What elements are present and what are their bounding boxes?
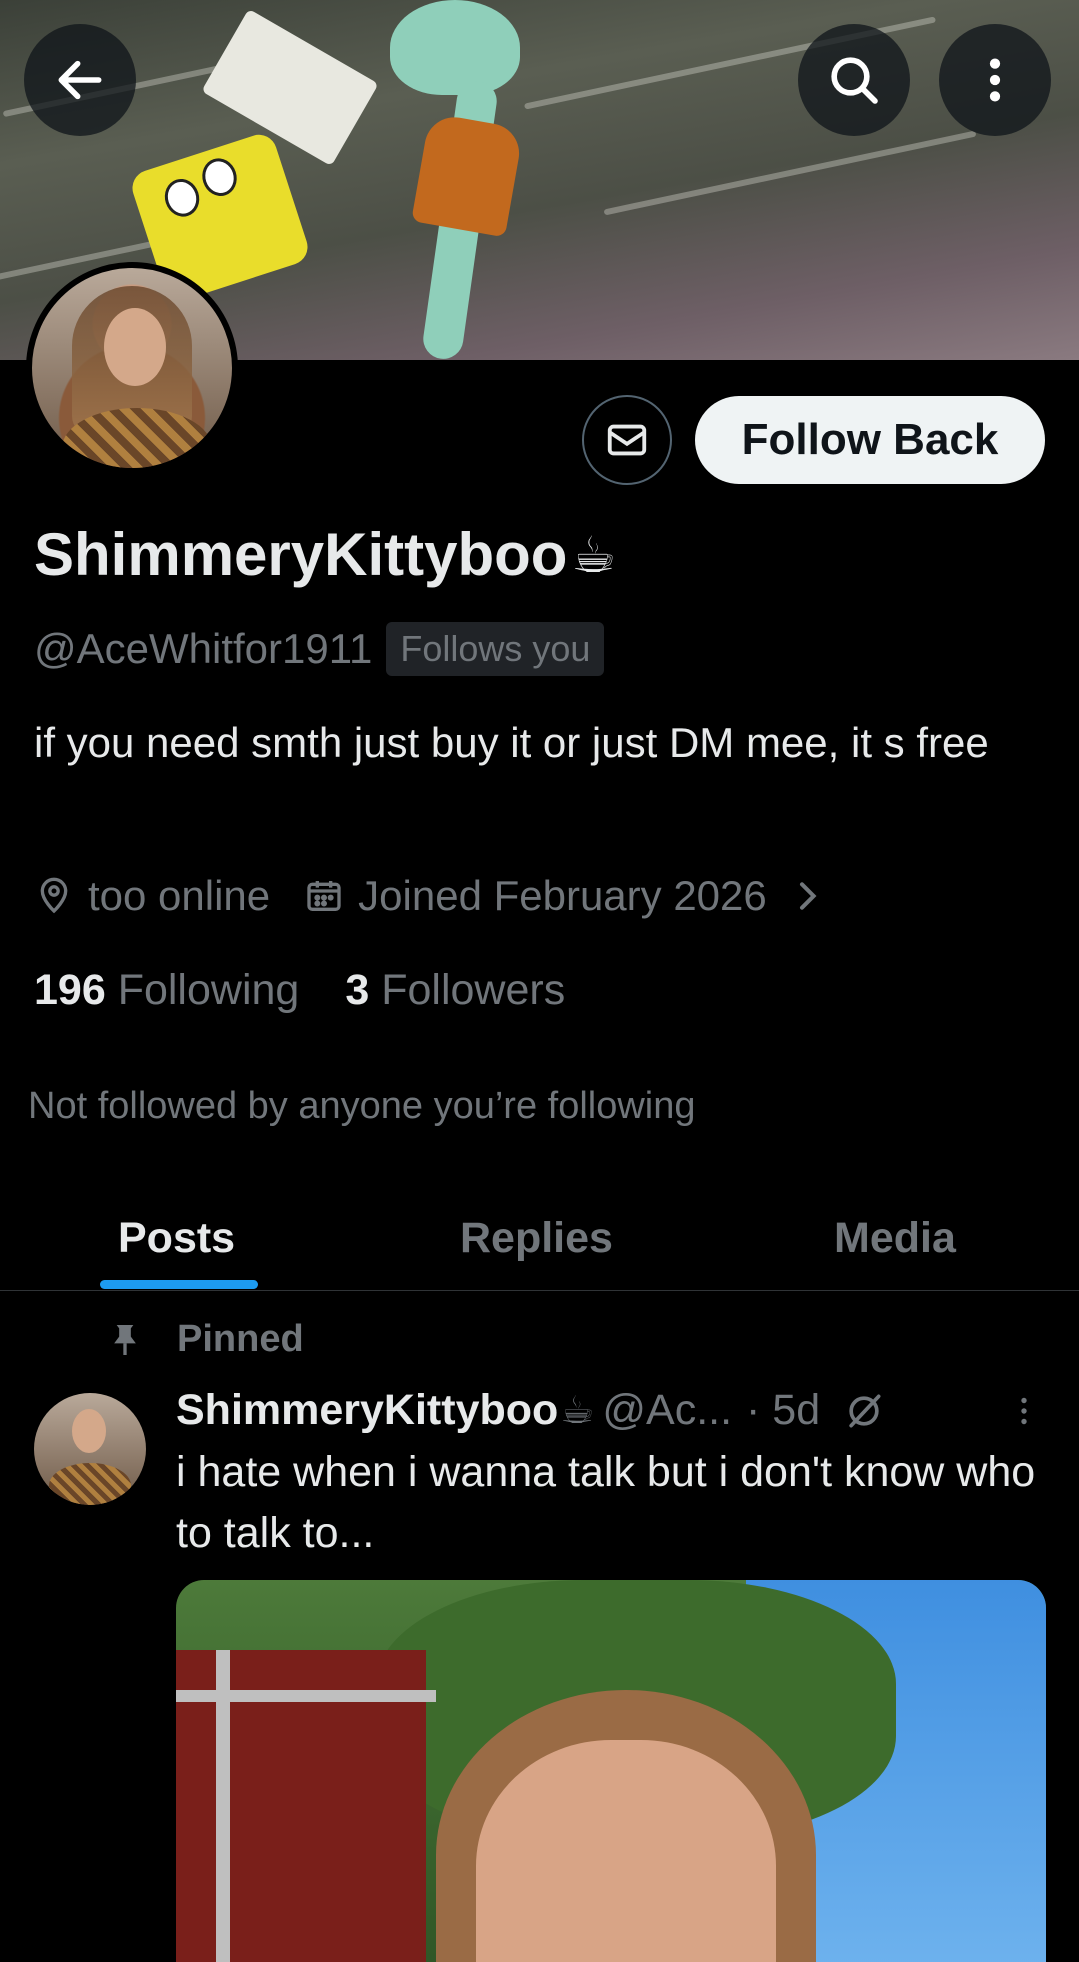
tab-replies[interactable]: Replies	[460, 1185, 613, 1291]
tab-media[interactable]: Media	[834, 1185, 956, 1291]
more-vertical-icon	[989, 58, 1001, 102]
follow-back-button[interactable]: Follow Back	[695, 396, 1045, 484]
post-author-emoji: ☕	[560, 1390, 595, 1432]
arrow-left-icon	[58, 60, 102, 100]
active-tab-indicator	[100, 1280, 258, 1289]
mutuals-text: Not followed by anyone you’re following	[28, 1085, 696, 1127]
post-author-avatar[interactable]	[34, 1393, 146, 1505]
post-header: ShimmeryKittyboo ☕ @Ac... · 5d	[176, 1386, 1056, 1435]
grok-icon[interactable]	[842, 1389, 886, 1433]
tab-posts[interactable]: Posts	[118, 1185, 235, 1291]
chevron-right-icon[interactable]	[787, 876, 827, 916]
post-more-icon[interactable]	[1006, 1393, 1042, 1429]
profile-bio: if you need smth just buy it or just DM …	[34, 719, 989, 766]
post-author-name[interactable]: ShimmeryKittyboo	[176, 1386, 558, 1435]
back-button[interactable]	[24, 24, 136, 136]
following-stat[interactable]: 196 Following	[34, 966, 299, 1015]
followers-stat[interactable]: 3 Followers	[345, 966, 565, 1015]
follows-you-badge: Follows you	[386, 622, 605, 676]
search-icon	[831, 57, 878, 104]
envelope-icon	[607, 424, 647, 456]
profile-tabs: Posts Replies Media	[0, 1185, 1079, 1291]
search-button[interactable]	[798, 24, 910, 136]
pin-icon	[114, 1324, 136, 1355]
post-text: i hate when i wanna talk but i don't kno…	[176, 1448, 1036, 1557]
post-time: · 5d	[746, 1386, 821, 1434]
location-pin-icon	[40, 877, 68, 914]
follow-back-label: Follow Back	[741, 415, 999, 464]
post-author-handle[interactable]: @Ac...	[602, 1386, 732, 1435]
post-image[interactable]	[176, 1580, 1046, 1962]
location-text: too online	[88, 872, 271, 919]
joined-date[interactable]: Joined February 2026	[358, 872, 767, 920]
user-handle: @AceWhitfor1911	[34, 625, 373, 672]
handle-row: @AceWhitfor1911 Follows you	[34, 622, 605, 676]
follow-stats: 196 Following 3 Followers	[34, 966, 565, 1015]
coffee-emoji: ☕	[571, 526, 617, 583]
more-options-button[interactable]	[939, 24, 1051, 136]
pinned-label-row: Pinned	[105, 1318, 304, 1361]
profile-avatar[interactable]	[26, 262, 238, 474]
profile-meta: too online Joined February 2026	[34, 872, 827, 920]
calendar-icon	[307, 881, 341, 911]
message-button[interactable]	[582, 395, 672, 485]
display-name: ShimmeryKittyboo ☕	[34, 521, 617, 588]
